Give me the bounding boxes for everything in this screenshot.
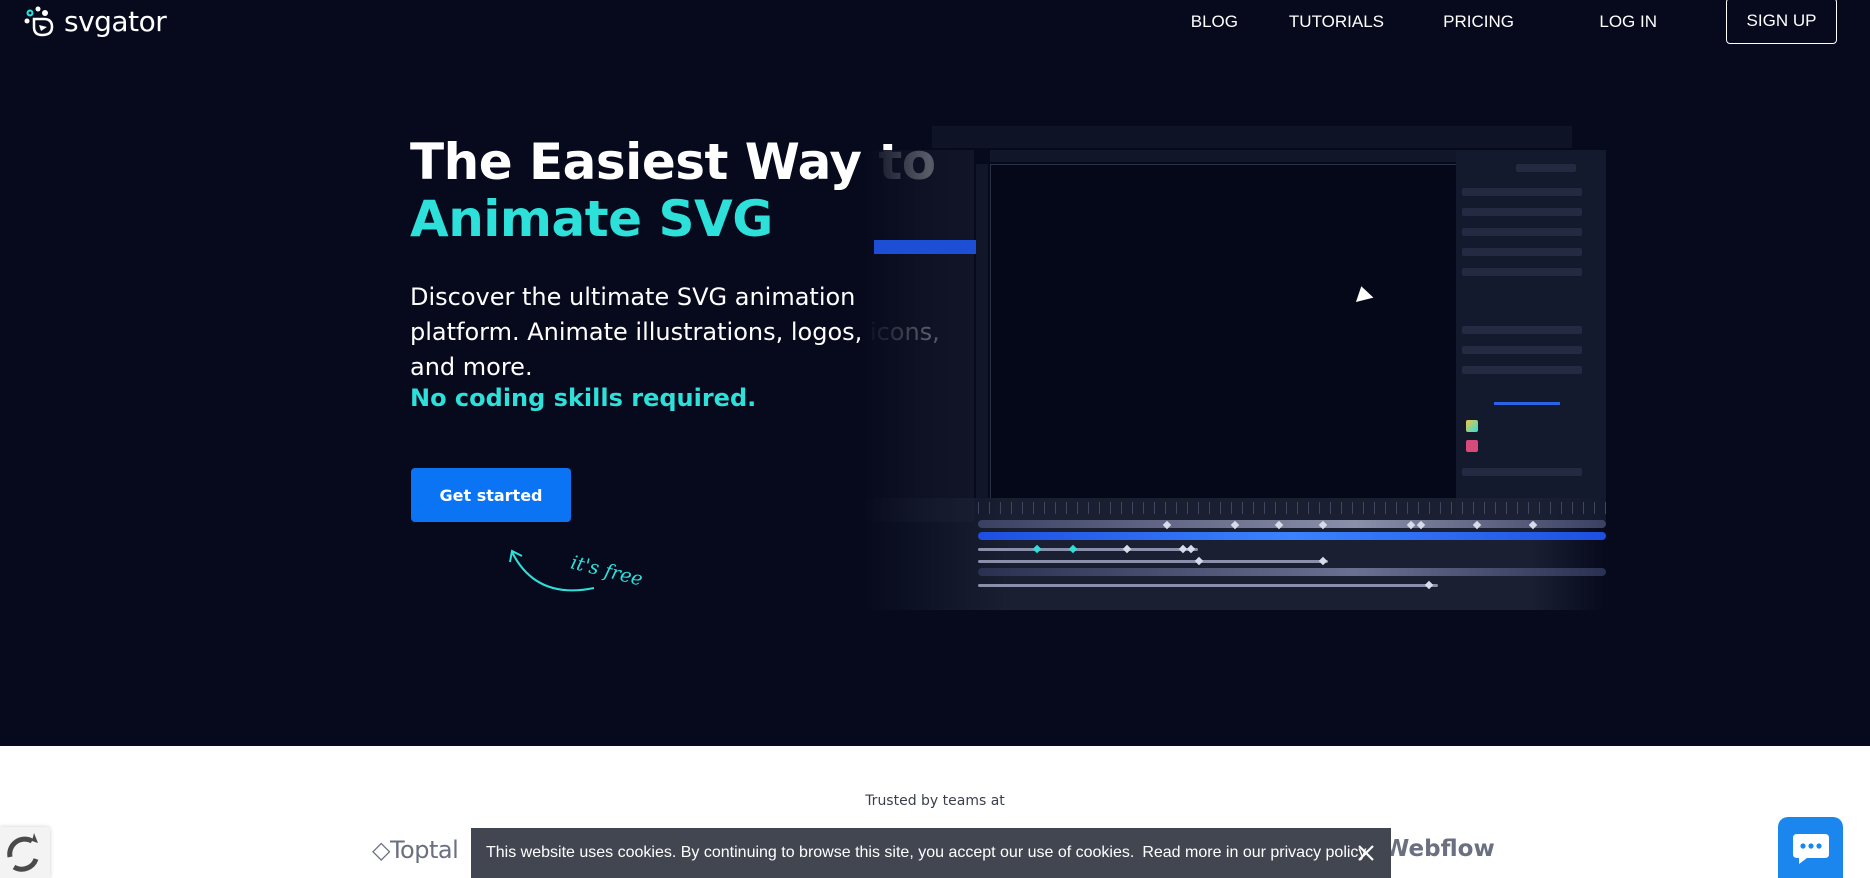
privacy-policy-link[interactable]: Read more in our privacy policy (1142, 844, 1366, 862)
svgator-logo[interactable]: svgator (22, 4, 167, 38)
top-nav: BLOG TUTORIALS PRICING LOG IN SIGN UP (1137, 0, 1837, 44)
chat-widget-button[interactable] (1778, 817, 1843, 878)
hero-description: Discover the ultimate SVG animation plat… (410, 283, 940, 381)
recaptcha-badge[interactable] (0, 827, 50, 878)
svgator-logo-icon (24, 6, 54, 37)
cookie-banner: This website uses cookies. By continuing… (471, 828, 1391, 878)
editor-toolbar (932, 126, 1572, 148)
toptal-logo-name: Toptal (389, 836, 459, 864)
hero-highlight: No coding skills required. (410, 384, 757, 412)
trusted-heading: Trusted by teams at (865, 793, 1005, 809)
webflow-logo-name: Webflow (1384, 836, 1495, 862)
close-icon[interactable] (1355, 842, 1377, 864)
hero-headline: The Easiest Way to Animate SVG (410, 134, 936, 248)
headline-line-1: The Easiest Way to (410, 133, 936, 191)
recaptcha-icon (7, 833, 39, 872)
editor-canvas (990, 164, 1458, 498)
toptal-logo-icon: ◇ (372, 836, 390, 864)
hero-section: svgator BLOG TUTORIALS PRICING LOG IN SI… (0, 0, 1870, 746)
sign-up-button[interactable]: SIGN UP (1726, 0, 1837, 44)
editor-horizontal-ruler (990, 150, 1458, 162)
chat-bubble-icon (1792, 833, 1829, 864)
webflow-logo: Webflow (1384, 836, 1495, 862)
nav-link-tutorials[interactable]: TUTORIALS (1289, 12, 1384, 32)
logo-wordmark: svgator (64, 4, 167, 38)
get-started-button[interactable]: Get started (411, 468, 571, 522)
nav-link-log-in[interactable]: LOG IN (1599, 12, 1657, 32)
editor-properties-panel (1456, 150, 1606, 522)
toptal-logo: ◇Toptal (372, 836, 459, 864)
editor-selected-layer (874, 240, 981, 254)
cookie-text: This website uses cookies. By continuing… (486, 844, 1135, 861)
editor-timeline (862, 498, 1606, 610)
editor-vertical-ruler (976, 164, 988, 498)
editor-mockup (862, 126, 1606, 610)
editor-layers-panel (862, 150, 974, 522)
headline-line-2: Animate SVG (410, 190, 773, 248)
nav-link-blog[interactable]: BLOG (1191, 12, 1238, 32)
nav-link-pricing[interactable]: PRICING (1443, 12, 1514, 32)
